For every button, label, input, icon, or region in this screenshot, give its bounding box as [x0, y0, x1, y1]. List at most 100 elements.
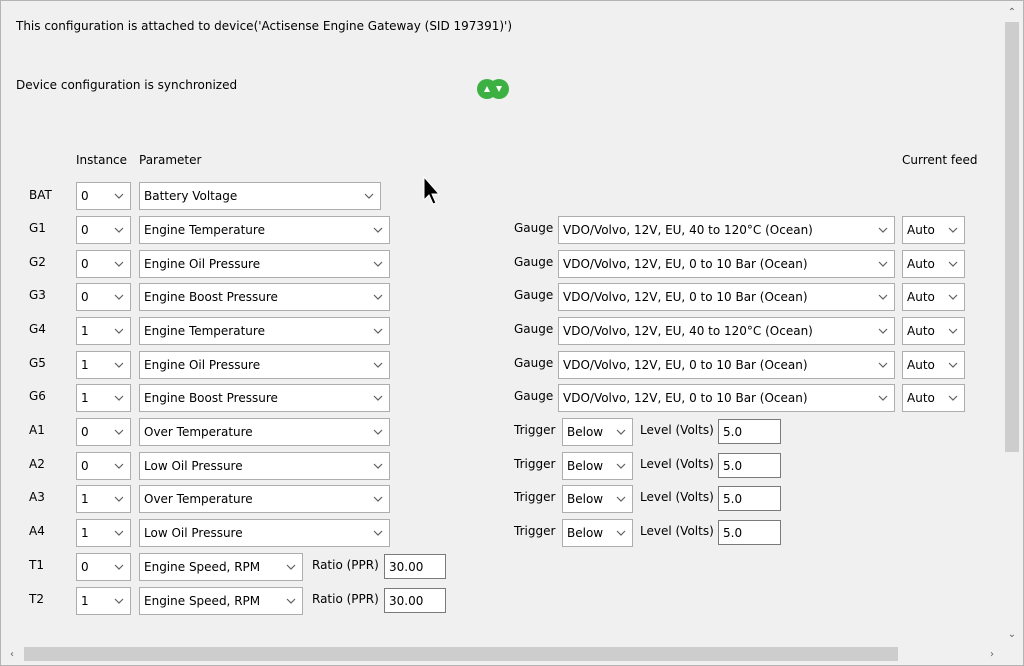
current-feed-select[interactable]: Auto — [902, 283, 965, 311]
alarm-rows: A1 0 Over Temperature Trigger Below Leve… — [1, 418, 1001, 558]
chevron-down-icon — [948, 261, 958, 267]
instance-select[interactable]: 0 — [76, 452, 131, 480]
current-feed-select[interactable]: Auto — [902, 317, 965, 345]
tacho-rows: T1 0 Engine Speed, RPM Ratio (PPR) 30.00… — [1, 553, 1001, 617]
scroll-down-icon[interactable]: ⌄ — [1004, 626, 1020, 642]
select-value: 1 — [81, 526, 89, 540]
instance-select[interactable]: 1 — [76, 384, 131, 412]
select-value: Auto — [907, 223, 935, 237]
vertical-scrollbar[interactable]: ⌃ ⌄ — [1002, 2, 1022, 644]
bat-instance-select[interactable]: 0 — [76, 182, 131, 210]
parameter-select[interactable]: Over Temperature — [139, 485, 390, 513]
row-label: G5 — [29, 356, 46, 370]
chevron-down-icon — [373, 530, 383, 536]
parameter-select[interactable]: Over Temperature — [139, 418, 390, 446]
chevron-down-icon — [114, 395, 124, 401]
instance-select[interactable]: 1 — [76, 587, 131, 615]
instance-select[interactable]: 1 — [76, 351, 131, 379]
scroll-right-icon[interactable]: › — [984, 646, 1000, 662]
instance-select[interactable]: 1 — [76, 485, 131, 513]
chevron-down-icon — [948, 294, 958, 300]
select-value: Below — [567, 526, 604, 540]
parameter-select[interactable]: Low Oil Pressure — [139, 519, 390, 547]
select-value: 0 — [81, 257, 89, 271]
tacho-row: T1 0 Engine Speed, RPM Ratio (PPR) 30.00 — [1, 553, 1001, 583]
trigger-select[interactable]: Below — [562, 485, 633, 513]
gauge-select[interactable]: VDO/Volvo, 12V, EU, 40 to 120°C (Ocean) — [558, 317, 895, 345]
chevron-down-icon — [114, 362, 124, 368]
current-feed-select[interactable]: Auto — [902, 384, 965, 412]
chevron-down-icon — [373, 328, 383, 334]
chevron-down-icon — [948, 227, 958, 233]
select-value: 1 — [81, 391, 89, 405]
current-feed-select[interactable]: Auto — [902, 351, 965, 379]
parameter-select[interactable]: Low Oil Pressure — [139, 452, 390, 480]
configuration-panel: This configuration is attached to device… — [0, 0, 1024, 666]
parameter-select[interactable]: Engine Speed, RPM — [139, 553, 303, 581]
instance-select[interactable]: 1 — [76, 519, 131, 547]
level-input[interactable]: 5.0 — [718, 453, 781, 478]
level-input[interactable]: 5.0 — [718, 486, 781, 511]
chevron-down-icon — [948, 395, 958, 401]
select-value: Low Oil Pressure — [144, 526, 243, 540]
alarm-row: A2 0 Low Oil Pressure Trigger Below Leve… — [1, 452, 1001, 482]
chevron-down-icon — [114, 429, 124, 435]
chevron-down-icon — [114, 598, 124, 604]
chevron-down-icon — [616, 429, 626, 435]
parameter-select[interactable]: Engine Oil Pressure — [139, 250, 390, 278]
select-value: 1 — [81, 324, 89, 338]
row-label: T2 — [29, 592, 44, 606]
parameter-select[interactable]: Engine Temperature — [139, 216, 390, 244]
trigger-select[interactable]: Below — [562, 519, 633, 547]
parameter-select[interactable]: Engine Oil Pressure — [139, 351, 390, 379]
gauge-select[interactable]: VDO/Volvo, 12V, EU, 0 to 10 Bar (Ocean) — [558, 250, 895, 278]
ratio-input[interactable]: 30.00 — [384, 554, 446, 579]
sync-icon[interactable] — [476, 77, 510, 101]
row-label: G6 — [29, 389, 46, 403]
ratio-input[interactable]: 30.00 — [384, 588, 446, 613]
select-value: VDO/Volvo, 12V, EU, 40 to 120°C (Ocean) — [563, 324, 813, 338]
chevron-down-icon — [114, 193, 124, 199]
parameter-select[interactable]: Engine Temperature — [139, 317, 390, 345]
select-value: Over Temperature — [144, 492, 253, 506]
scroll-left-icon[interactable]: ‹ — [4, 646, 20, 662]
parameter-select[interactable]: Engine Boost Pressure — [139, 283, 390, 311]
vertical-scroll-thumb[interactable] — [1005, 22, 1019, 452]
gauge-select[interactable]: VDO/Volvo, 12V, EU, 0 to 10 Bar (Ocean) — [558, 351, 895, 379]
scroll-up-icon[interactable]: ⌃ — [1004, 4, 1020, 20]
instance-select[interactable]: 0 — [76, 418, 131, 446]
alarm-row: A3 1 Over Temperature Trigger Below Leve… — [1, 485, 1001, 515]
current-feed-select[interactable]: Auto — [902, 250, 965, 278]
chevron-down-icon — [373, 261, 383, 267]
horizontal-scrollbar[interactable]: ‹ › — [2, 644, 1002, 664]
instance-select[interactable]: 0 — [76, 250, 131, 278]
gauge-select[interactable]: VDO/Volvo, 12V, EU, 40 to 120°C (Ocean) — [558, 216, 895, 244]
gauge-select[interactable]: VDO/Volvo, 12V, EU, 0 to 10 Bar (Ocean) — [558, 384, 895, 412]
trigger-select[interactable]: Below — [562, 452, 633, 480]
gauge-label: Gauge — [514, 356, 554, 370]
chevron-down-icon — [878, 395, 888, 401]
instance-select[interactable]: 1 — [76, 317, 131, 345]
trigger-label: Trigger — [514, 457, 556, 471]
chevron-down-icon — [878, 227, 888, 233]
bat-parameter-select[interactable]: Battery Voltage — [139, 182, 381, 210]
row-label: A1 — [29, 423, 45, 437]
instance-select[interactable]: 0 — [76, 553, 131, 581]
instance-select[interactable]: 0 — [76, 216, 131, 244]
select-value: Below — [567, 459, 604, 473]
parameter-select[interactable]: Engine Speed, RPM — [139, 587, 303, 615]
chevron-down-icon — [616, 496, 626, 502]
gauge-select[interactable]: VDO/Volvo, 12V, EU, 0 to 10 Bar (Ocean) — [558, 283, 895, 311]
instance-select[interactable]: 0 — [76, 283, 131, 311]
level-input[interactable]: 5.0 — [718, 520, 781, 545]
select-value: 0 — [81, 189, 89, 203]
instance-column-header: Instance — [76, 153, 128, 167]
parameter-select[interactable]: Engine Boost Pressure — [139, 384, 390, 412]
chevron-down-icon — [114, 564, 124, 570]
select-value: Auto — [907, 358, 935, 372]
current-feed-select[interactable]: Auto — [902, 216, 965, 244]
trigger-select[interactable]: Below — [562, 418, 633, 446]
chevron-down-icon — [616, 530, 626, 536]
horizontal-scroll-thumb[interactable] — [24, 647, 898, 661]
level-input[interactable]: 5.0 — [718, 419, 781, 444]
